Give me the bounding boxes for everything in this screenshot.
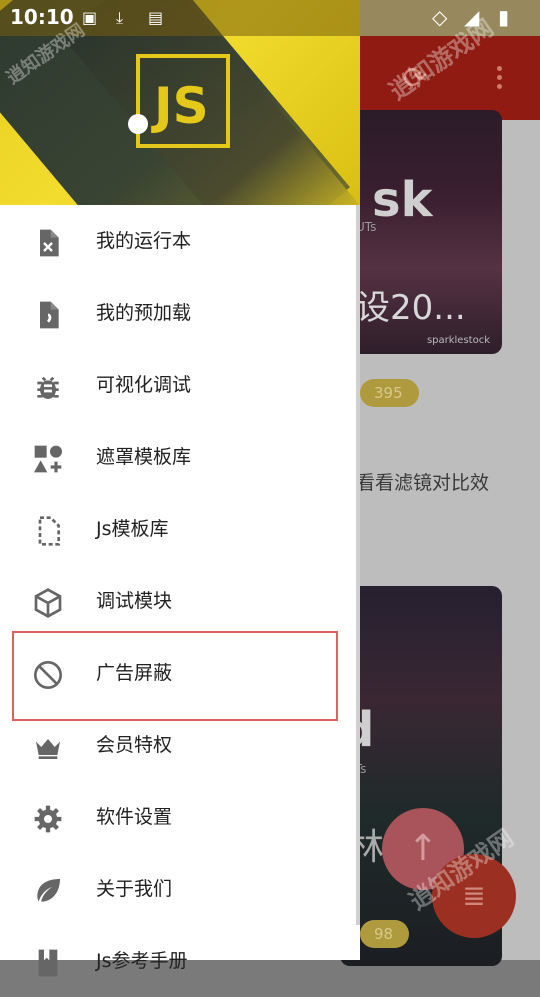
menu-item-label: 我的预加载: [96, 302, 192, 324]
menu-item-run-book[interactable]: 我的运行本: [0, 205, 356, 277]
menu-item-label: 调试模块: [96, 590, 173, 612]
count-badge: 395: [360, 379, 419, 407]
menu-item-label: Js参考手册: [96, 950, 188, 972]
shapes-icon: [32, 443, 64, 475]
menu-item-label: 我的运行本: [96, 230, 192, 252]
menu-item-label: Js模板库: [96, 518, 169, 540]
image-icon: ▣: [82, 8, 98, 27]
js-logo: JS: [136, 54, 230, 148]
file-x-icon: [32, 227, 64, 259]
content-card[interactable]: sk UTs 设20... sparklestock: [340, 110, 502, 354]
selection-highlight: [12, 631, 338, 721]
card-caption: 设20...: [356, 288, 466, 328]
wifi-icon: ◇: [432, 5, 448, 29]
avatar[interactable]: [128, 114, 148, 134]
menu-item-debug-module[interactable]: 调试模块: [0, 565, 356, 637]
logo-text: JS: [154, 77, 209, 135]
more-options-icon[interactable]: [492, 62, 506, 96]
cube-icon: [32, 587, 64, 619]
arrow-up-icon: ↑: [407, 828, 439, 869]
card-brand: sparklestock: [426, 335, 490, 346]
bug-icon: [32, 371, 64, 403]
menu-item-about[interactable]: 关于我们: [0, 853, 356, 925]
list-fab-button[interactable]: ≣: [432, 854, 516, 938]
stack-icon: ≣: [462, 879, 486, 912]
menu-item-preload[interactable]: 我的预加载: [0, 277, 356, 349]
menu-item-settings[interactable]: 软件设置: [0, 781, 356, 853]
card-title: sk: [372, 172, 433, 228]
menu-item-js-reference[interactable]: Js参考手册: [0, 925, 356, 997]
status-bar: 10:10 ▣ ⤓ ▤ ◇ ◢ ▮: [0, 0, 540, 36]
font-icon: ▤: [148, 8, 164, 27]
menu-item-label: 软件设置: [96, 806, 173, 828]
signal-icon: ◢: [464, 5, 480, 29]
drawer-scrollbar[interactable]: [356, 205, 360, 925]
dashed-file-icon: [32, 515, 64, 547]
file-comma-icon: [32, 299, 64, 331]
gear-icon: [32, 803, 64, 835]
menu-item-visual-debug[interactable]: 可视化调试: [0, 349, 356, 421]
content-text: 看看滤镜对比效: [356, 472, 490, 494]
menu-item-label: 可视化调试: [96, 374, 192, 396]
book-icon: [32, 947, 64, 979]
count-badge: 98: [360, 920, 410, 948]
menu-item-label: 会员特权: [96, 734, 173, 756]
menu-item-mask-templates[interactable]: 遮罩模板库: [0, 421, 356, 493]
sync-icon[interactable]: ⟳: [398, 62, 432, 96]
download-icon: ⤓: [116, 8, 124, 27]
leaf-icon: [32, 875, 64, 907]
battery-icon: ▮: [498, 5, 510, 29]
menu-item-label: 遮罩模板库: [96, 446, 192, 468]
crown-icon: [32, 731, 64, 763]
menu-item-js-templates[interactable]: Js模板库: [0, 493, 356, 565]
status-time: 10:10: [10, 5, 74, 29]
navigation-drawer: JS 我的运行本 我的预加载 可视化调试 遮罩模板库 Js模板库 调试模块 广告…: [0, 0, 360, 977]
menu-item-label: 关于我们: [96, 878, 173, 900]
